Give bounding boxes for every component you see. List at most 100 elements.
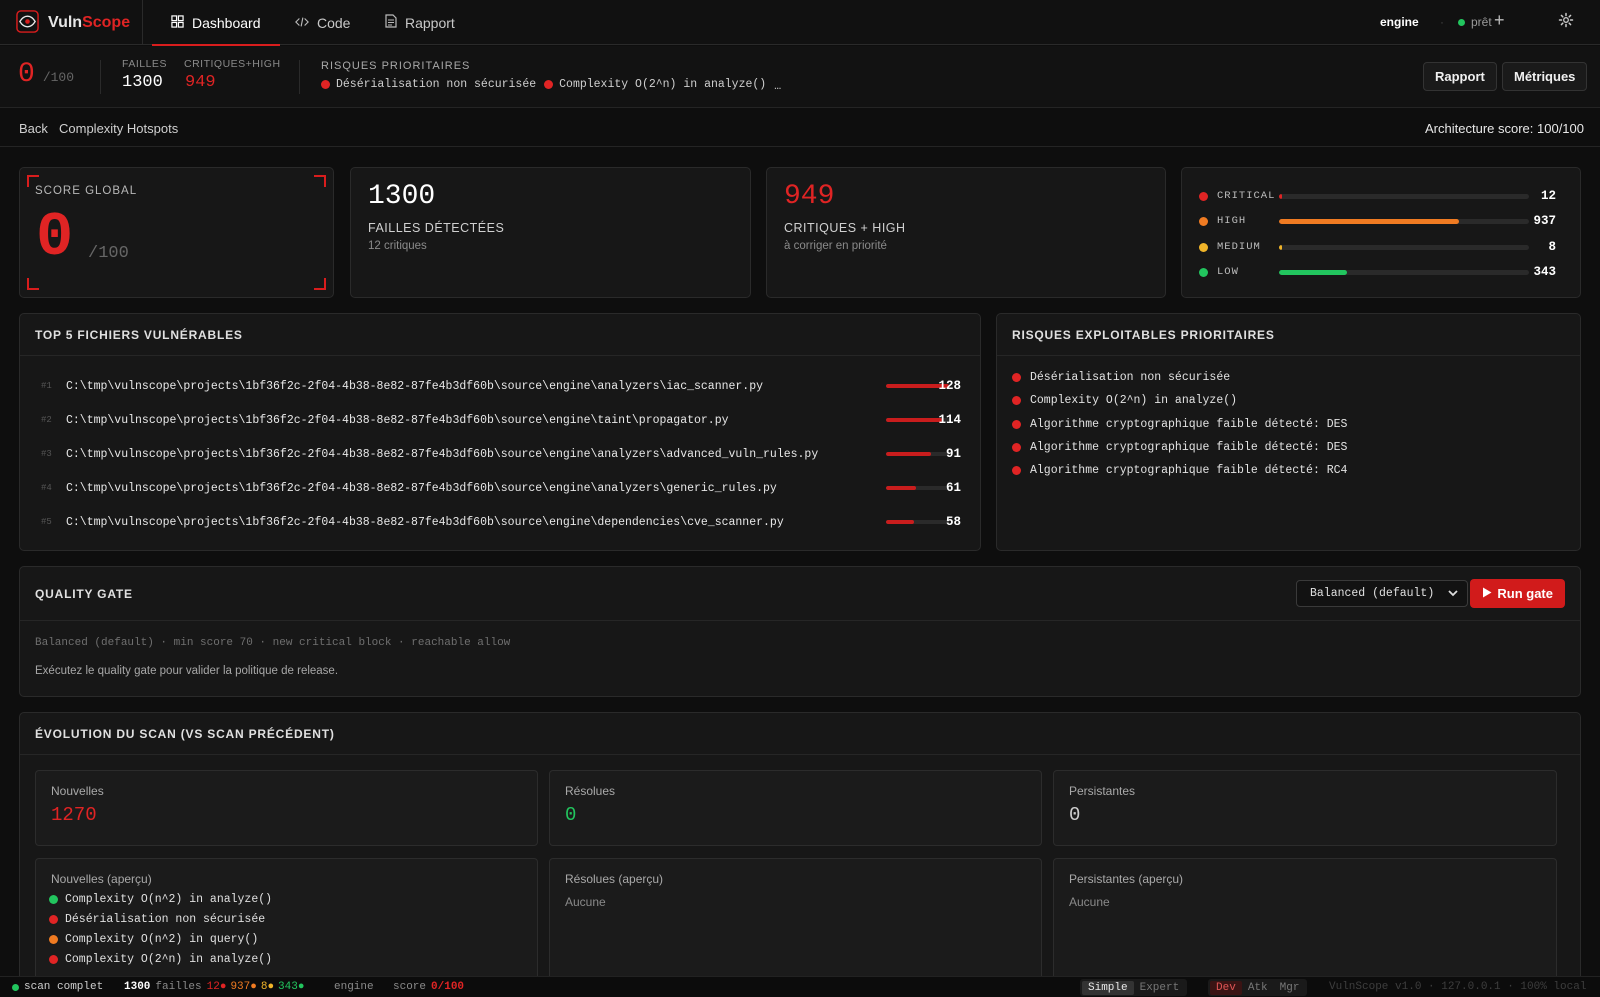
brand-name: VulnScope: [48, 13, 131, 31]
failles-summary: 1300 failles 12● 937● 8● 343●: [124, 981, 305, 993]
severity-dot-icon: [49, 955, 58, 964]
failles-count: 1300: [368, 181, 436, 212]
severity-bar-fill: [1279, 269, 1347, 275]
file-row[interactable]: #5 C:\tmp\vulnscope\projects\1bf36f2c-2f0…: [41, 514, 961, 530]
risks-card: RISQUES EXPLOITABLES PRIORITAIRES Déséri…: [996, 313, 1581, 551]
quality-gate-card: QUALITY GATE Balanced (default) Run gate…: [19, 566, 1581, 697]
severity-card: CRITICAL 12 HIGH 937 MEDIUM 8 LOW 343: [1181, 167, 1581, 298]
severity-dot-icon: [1012, 443, 1021, 452]
run-gate-button[interactable]: Run gate: [1470, 579, 1565, 608]
failles-value: 1300: [122, 73, 163, 92]
add-button[interactable]: +: [1494, 10, 1505, 31]
file-path: C:\tmp\vulnscope\projects\1bf36f2c-2f04-…: [66, 413, 729, 427]
engine-label: engine: [1380, 15, 1419, 29]
role-dev[interactable]: Dev: [1210, 980, 1242, 995]
low-dot-icon: [1199, 267, 1208, 277]
file-row[interactable]: #2 C:\tmp\vulnscope\projects\1bf36f2c-2f0…: [41, 412, 961, 428]
file-bar: [886, 486, 949, 490]
severity-dot-icon: [321, 80, 330, 89]
tab-code-label: Code: [317, 14, 351, 31]
back-link[interactable]: Back: [19, 121, 48, 136]
role-atk[interactable]: Atk: [1242, 981, 1274, 995]
evolution-title: ÉVOLUTION DU SCAN (VS SCAN PRÉCÉDENT): [20, 713, 1580, 755]
risk-list: Désérialisation non sécurisée Complexity …: [321, 78, 1001, 93]
severity-bar-fill: [1279, 244, 1282, 250]
brand[interactable]: VulnScope: [16, 0, 130, 45]
separator-dot: ·: [1440, 15, 1444, 29]
preview-item[interactable]: Complexity O(n^2) in analyze(): [49, 893, 272, 906]
score-global-max: /100: [88, 244, 129, 263]
tab-rapport[interactable]: Rapport: [385, 0, 455, 45]
file-row[interactable]: #4 C:\tmp\vulnscope\projects\1bf36f2c-2f0…: [41, 480, 961, 496]
score-global-card: SCORE GLOBAL 0 /100: [19, 167, 334, 298]
crit-value: 949: [185, 73, 216, 92]
severity-count: 937: [1533, 214, 1556, 228]
persistantes-stat: Persistantes 0: [1053, 770, 1557, 846]
severity-bar: [1279, 244, 1529, 250]
severity-count: 12: [1540, 189, 1556, 203]
preview-item[interactable]: Complexity O(2^n) in analyze(): [49, 953, 272, 966]
resolues-preview: Résolues (aperçu) Aucune: [549, 858, 1042, 983]
corner-decoration: [314, 175, 326, 187]
tab-code[interactable]: Code: [295, 0, 350, 45]
version-info: VulnScope v1.0 · 127.0.0.1 · 100% local: [1329, 981, 1587, 993]
rapport-button[interactable]: Rapport: [1423, 62, 1497, 91]
risk-item[interactable]: Algorithme cryptographique faible détect…: [1012, 441, 1347, 454]
risk-item[interactable]: Complexity O(2^n) in analyze(): [1012, 394, 1237, 407]
risks-card-title: RISQUES EXPLOITABLES PRIORITAIRES: [997, 314, 1580, 356]
risk-item[interactable]: Algorithme cryptographique faible détect…: [1012, 418, 1347, 431]
severity-row-low[interactable]: LOW 343: [1199, 265, 1556, 279]
summary-score-value: 0: [18, 59, 35, 90]
severity-row-high[interactable]: HIGH 937: [1199, 214, 1556, 228]
file-bar: [886, 452, 949, 456]
file-path: C:\tmp\vulnscope\projects\1bf36f2c-2f04-…: [66, 515, 784, 529]
policy-select-value: Balanced (default): [1310, 587, 1435, 600]
file-count: 61: [945, 481, 961, 495]
risks-title: RISQUES PRIORITAIRES: [321, 60, 471, 72]
document-icon: [385, 14, 397, 31]
risk-item[interactable]: Désérialisation non sécurisée: [1012, 371, 1230, 384]
risk-item[interactable]: Désérialisation non sécurisée: [321, 78, 536, 91]
policy-select[interactable]: Balanced (default): [1296, 580, 1468, 607]
gear-icon[interactable]: [1558, 12, 1574, 31]
file-row[interactable]: #3 C:\tmp\vulnscope\projects\1bf36f2c-2f0…: [41, 446, 961, 462]
severity-bar: [1279, 218, 1529, 224]
nouvelles-value: 1270: [51, 804, 97, 826]
severity-row-medium[interactable]: MEDIUM 8: [1199, 240, 1556, 254]
risk-item[interactable]: Algorithme cryptographique faible détect…: [774, 78, 1001, 91]
risk-item[interactable]: Algorithme cryptographique faible détect…: [1012, 464, 1347, 477]
file-row[interactable]: #1 C:\tmp\vulnscope\projects\1bf36f2c-2f0…: [41, 378, 961, 394]
status-bar: scan complet 1300 failles 12● 937● 8● 343● …: [0, 976, 1600, 997]
medium-dot-icon: [1199, 242, 1208, 252]
mode-expert[interactable]: Expert: [1134, 981, 1186, 995]
severity-dot-icon: [1012, 466, 1021, 475]
file-path: C:\tmp\vulnscope\projects\1bf36f2c-2f04-…: [66, 481, 777, 495]
file-bar-fill: [886, 418, 943, 422]
metriques-button[interactable]: Métriques: [1502, 62, 1588, 91]
nouvelles-label: Nouvelles: [51, 784, 104, 798]
severity-dot-icon: [49, 915, 58, 924]
failles-card-sub: 12 critiques: [368, 240, 427, 252]
summary-score-max: /100: [42, 70, 75, 85]
severity-row-critical[interactable]: CRITICAL 12: [1199, 189, 1556, 203]
preview-item[interactable]: Désérialisation non sécurisée: [49, 913, 265, 926]
severity-dot-icon: [49, 935, 58, 944]
resolues-preview-empty: Aucune: [565, 895, 606, 909]
resolues-stat: Résolues 0: [549, 770, 1042, 846]
breadcrumb-current[interactable]: Complexity Hotspots: [59, 121, 178, 136]
preview-item[interactable]: Complexity O(n^2) in query(): [49, 933, 258, 946]
severity-bar: [1279, 193, 1529, 199]
persistantes-preview: Persistantes (aperçu) Aucune: [1053, 858, 1557, 983]
file-count: 91: [945, 447, 961, 461]
risk-item[interactable]: Complexity O(2^n) in analyze(): [544, 78, 766, 91]
persistantes-value: 0: [1069, 804, 1081, 826]
status-dot-icon: [1458, 18, 1465, 26]
tab-dashboard[interactable]: Dashboard: [152, 0, 279, 46]
chevron-down-icon: [1447, 586, 1459, 604]
code-icon: [295, 15, 309, 31]
tab-dashboard-label: Dashboard: [192, 14, 261, 31]
mode-simple[interactable]: Simple: [1082, 980, 1134, 995]
severity-dot-icon: [49, 895, 58, 904]
breadcrumb: Back Complexity Hotspots Architecture sc…: [0, 109, 1600, 147]
role-mgr[interactable]: Mgr: [1274, 981, 1306, 995]
